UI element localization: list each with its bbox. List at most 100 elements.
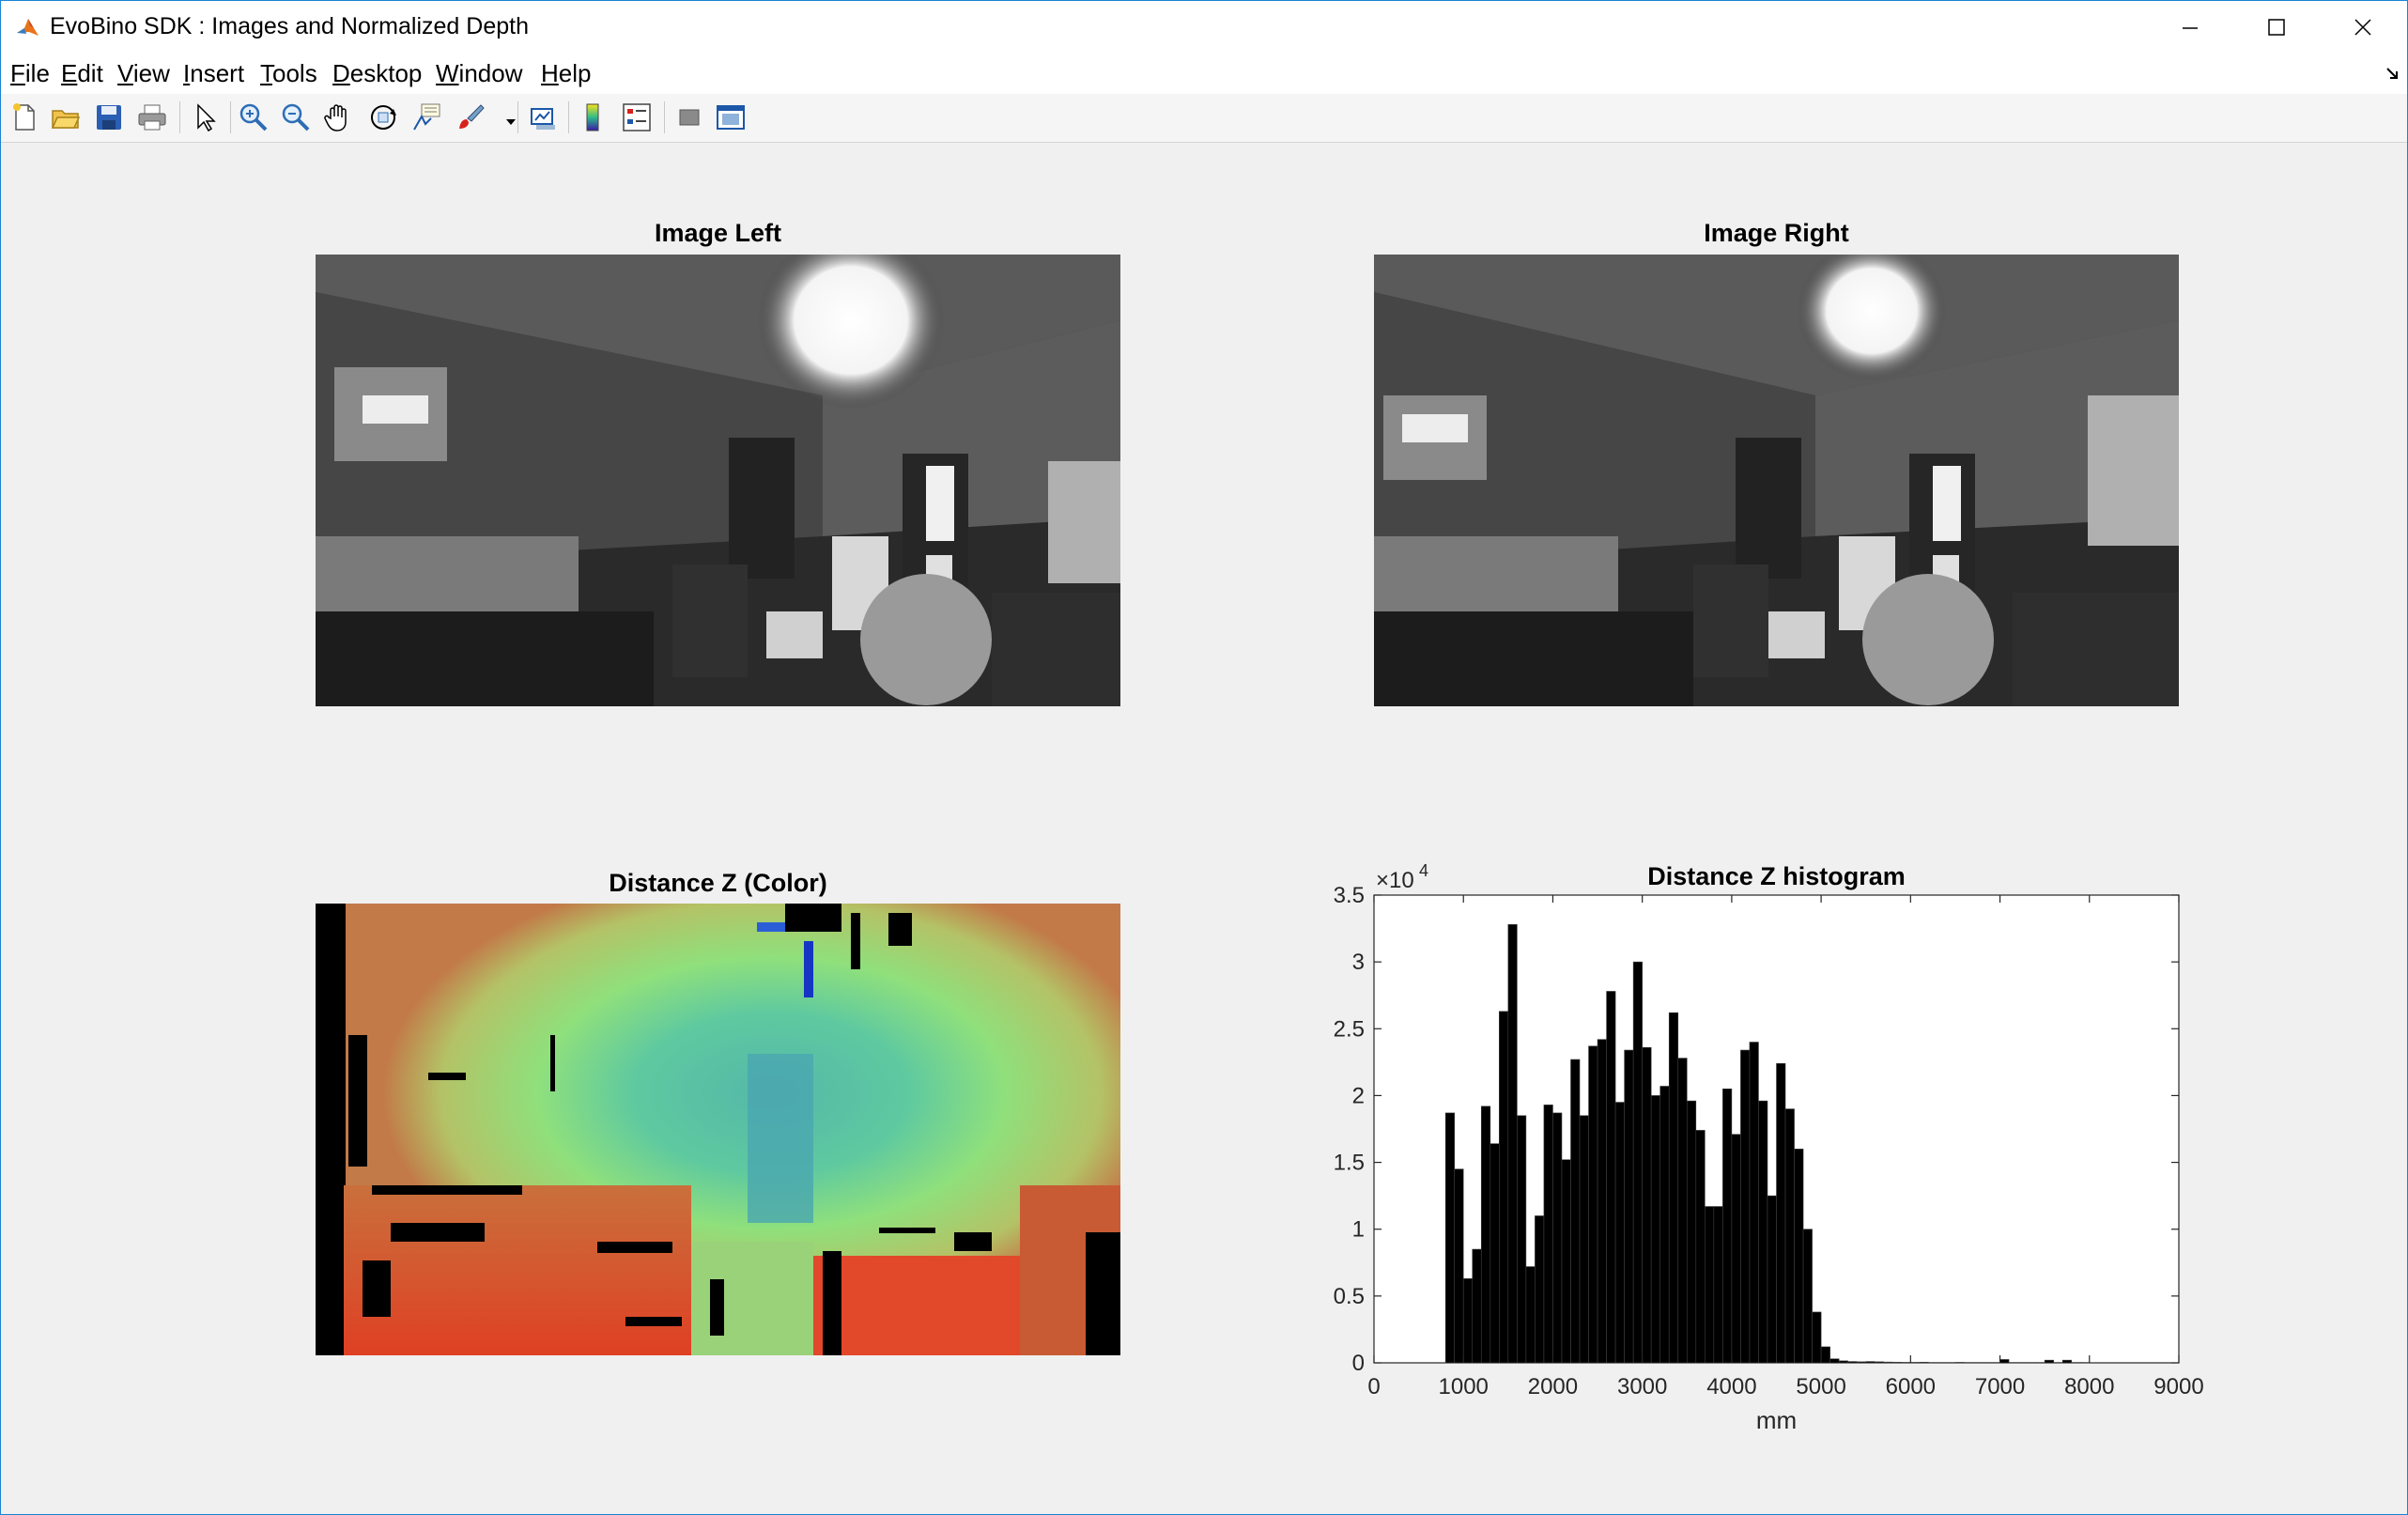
zoom-in-icon[interactable] — [238, 101, 270, 133]
toolbar-separator — [230, 101, 231, 133]
data-cursor-icon[interactable] — [410, 101, 442, 133]
open-file-icon[interactable] — [50, 101, 82, 133]
y-tick-label: 0 — [1352, 1351, 1365, 1376]
pan-hand-icon[interactable] — [322, 101, 354, 133]
brush-dropdown-icon[interactable] — [495, 101, 516, 133]
histogram-bar — [2044, 1359, 2054, 1364]
histogram-bar — [1740, 1049, 1751, 1364]
x-tick-label: 7000 — [1975, 1374, 2025, 1399]
rotate-3d-icon[interactable] — [367, 101, 399, 133]
histogram-bar — [1490, 1143, 1500, 1364]
histogram-bar — [1552, 1112, 1563, 1364]
histogram-chart[interactable]: 0 1000 2000 3000 4000 5000 6000 7000 8000 9000 0 0.… — [1297, 856, 2236, 1447]
close-icon — [2354, 19, 2371, 36]
histogram-bar — [1705, 1206, 1715, 1364]
histogram-bar — [1722, 1089, 1733, 1364]
y-tick-label: 1 — [1352, 1217, 1365, 1243]
show-plot-tools-icon[interactable] — [715, 101, 747, 133]
histogram-bar — [1570, 1059, 1581, 1364]
histogram-bar — [1499, 1011, 1509, 1364]
edit-plot-arrow-icon[interactable] — [189, 101, 221, 133]
histogram-bar — [1891, 1361, 1903, 1364]
histogram-bar — [1999, 1359, 2010, 1364]
link-plot-icon[interactable] — [527, 101, 559, 133]
image-left-title: Image Left — [654, 219, 782, 247]
histogram-bar — [1462, 1278, 1474, 1364]
minimize-button[interactable] — [2146, 1, 2232, 54]
matlab-figure-window: EvoBino SDK : Images and Normalized Dept… — [0, 0, 2408, 1515]
histogram-bar — [1677, 1058, 1688, 1364]
histogram-bar — [1758, 1100, 1768, 1364]
image-left-photo — [316, 255, 1120, 706]
histogram-bar — [1650, 1095, 1661, 1364]
depth-color-map[interactable] — [316, 904, 1120, 1355]
toolbar-separator — [664, 101, 665, 133]
histogram-bar — [1659, 1086, 1670, 1364]
menu-window[interactable]: Window — [436, 59, 522, 88]
hide-plot-tools-icon[interactable] — [673, 101, 705, 133]
histogram-bar — [1525, 1266, 1536, 1364]
legend-icon[interactable] — [621, 101, 653, 133]
menu-tools[interactable]: Tools — [260, 59, 317, 88]
histogram-bar — [1713, 1206, 1723, 1364]
histogram-bar — [1561, 1159, 1571, 1364]
menu-file[interactable]: File — [10, 59, 50, 88]
maximize-button[interactable] — [2232, 1, 2319, 54]
y-tick-label: 1.5 — [1334, 1151, 1365, 1176]
close-button[interactable] — [2319, 1, 2405, 54]
histogram-bar — [1829, 1358, 1840, 1364]
matlab-logo-icon — [15, 15, 40, 40]
print-icon[interactable] — [136, 101, 168, 133]
histogram-bar — [1597, 1039, 1607, 1364]
title-bar[interactable]: EvoBino SDK : Images and Normalized Dept… — [1, 1, 2407, 54]
x-tick-label: 0 — [1367, 1374, 1380, 1399]
menu-help[interactable]: Help — [541, 59, 591, 88]
histogram-bar — [1579, 1115, 1589, 1364]
histogram-bar — [1802, 1229, 1813, 1364]
histogram-bar — [1543, 1105, 1553, 1364]
histogram-bar — [1614, 1102, 1625, 1364]
image-right-title: Image Right — [1704, 219, 1849, 247]
dock-arrow-icon[interactable] — [2385, 66, 2400, 85]
histogram-bar — [2061, 1359, 2073, 1364]
new-figure-icon[interactable] — [8, 101, 40, 133]
histogram-bar — [1517, 1115, 1527, 1364]
histogram-bar — [1624, 1049, 1634, 1364]
menu-edit[interactable]: Edit — [61, 59, 103, 88]
image-right[interactable] — [1374, 255, 2179, 706]
histogram-plot: 0 1000 2000 3000 4000 5000 6000 7000 8000 9000 0 0.… — [1334, 861, 2204, 1434]
colorbar-icon[interactable] — [578, 101, 610, 133]
histogram-bar — [1444, 1112, 1456, 1364]
histogram-bar — [1668, 1012, 1679, 1364]
y-tick-label: 3.5 — [1334, 883, 1365, 908]
image-right-photo — [1374, 255, 2179, 706]
x-axis-label: mm — [1756, 1406, 1797, 1434]
zoom-out-icon[interactable] — [280, 101, 312, 133]
y-tick-label: 0.5 — [1334, 1284, 1365, 1309]
x-tick-label: 5000 — [1796, 1374, 1845, 1399]
histogram-bar — [1606, 991, 1616, 1364]
menu-desktop[interactable]: Desktop — [332, 59, 422, 88]
histogram-bar — [1642, 1046, 1652, 1364]
histogram-bar — [1588, 1045, 1598, 1364]
y-exponent-power: 4 — [1419, 861, 1428, 880]
image-left[interactable] — [316, 255, 1120, 706]
menu-bar: File Edit View Insert Tools Desktop Wind… — [1, 54, 2407, 94]
menu-insert[interactable]: Insert — [183, 59, 244, 88]
x-tick-label: 3000 — [1617, 1374, 1667, 1399]
histogram-bar — [1767, 1195, 1777, 1364]
histogram-bar — [1919, 1361, 1929, 1364]
toolbar-separator — [179, 101, 180, 133]
menu-view[interactable]: View — [117, 59, 170, 88]
histogram-bar — [1856, 1361, 1867, 1364]
histogram-bar — [1865, 1361, 1875, 1364]
histogram-bar — [1472, 1248, 1482, 1364]
histogram-bar — [1901, 1362, 1911, 1364]
save-icon[interactable] — [93, 101, 125, 133]
histogram-bar — [1838, 1360, 1848, 1364]
brush-icon[interactable] — [455, 101, 487, 133]
histogram-bar — [1847, 1361, 1858, 1364]
histogram-bar — [1731, 1134, 1741, 1364]
y-exponent-label: ×10 — [1376, 868, 1414, 893]
histogram-bar — [1874, 1361, 1885, 1364]
